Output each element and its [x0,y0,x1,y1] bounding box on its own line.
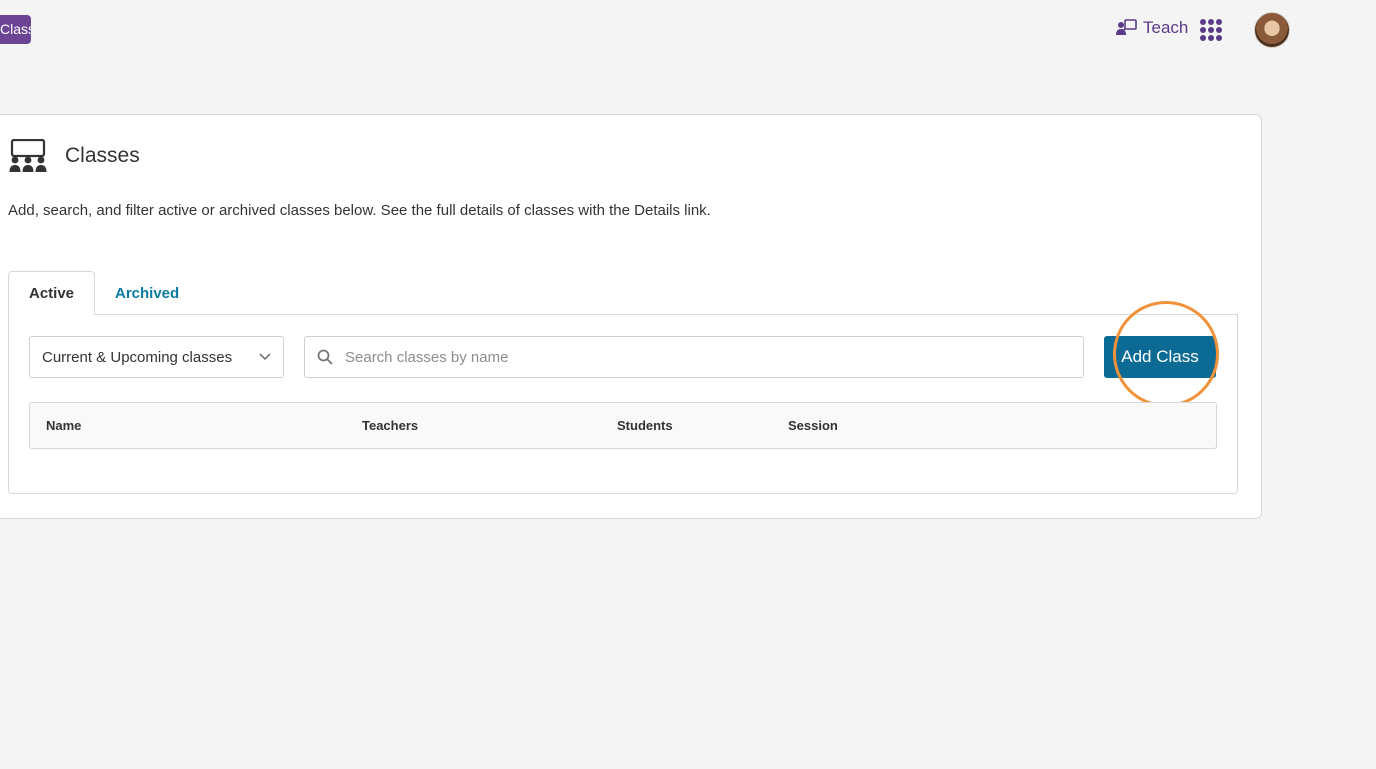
teach-icon [1116,19,1137,35]
search-box[interactable] [304,336,1084,378]
class-tabs: Active Archived [8,271,199,315]
class-filter-value: Current & Upcoming classes [42,348,233,366]
column-header-name[interactable]: Name [46,418,81,433]
app-page: Class Teach [0,0,1376,769]
chevron-down-icon [259,353,271,361]
tab-archived[interactable]: Archived [95,271,199,315]
column-header-teachers[interactable]: Teachers [362,418,418,433]
top-nav: Teach [1116,12,1376,48]
teach-link[interactable]: Teach [1116,18,1188,38]
tab-active[interactable]: Active [8,271,95,315]
class-badge[interactable]: Class [0,15,31,44]
search-input[interactable] [345,348,1045,366]
search-icon [317,349,333,365]
teach-label: Teach [1143,18,1189,37]
add-class-button[interactable]: Add Class [1104,336,1216,378]
tab-active-label: Active [28,284,75,302]
page-title: Classes [65,144,140,167]
tab-archived-label: Archived [115,284,180,302]
active-tab-panel: Current & Upcoming classes Add Class Nam… [8,301,1238,494]
classroom-icon [9,139,47,172]
apps-grid-icon[interactable] [1200,19,1222,41]
class-badge-label: Class [0,21,31,37]
card-header: Classes [8,139,140,173]
page-description: Add, search, and filter active or archiv… [8,202,711,219]
classes-table: Name Teachers Students Session [29,402,1217,449]
column-header-students[interactable]: Students [617,418,673,433]
column-header-session[interactable]: Session [788,418,838,433]
classes-card: Classes Add, search, and filter active o… [0,114,1262,519]
class-filter-select[interactable]: Current & Upcoming classes [29,336,284,378]
user-avatar[interactable] [1254,12,1290,48]
